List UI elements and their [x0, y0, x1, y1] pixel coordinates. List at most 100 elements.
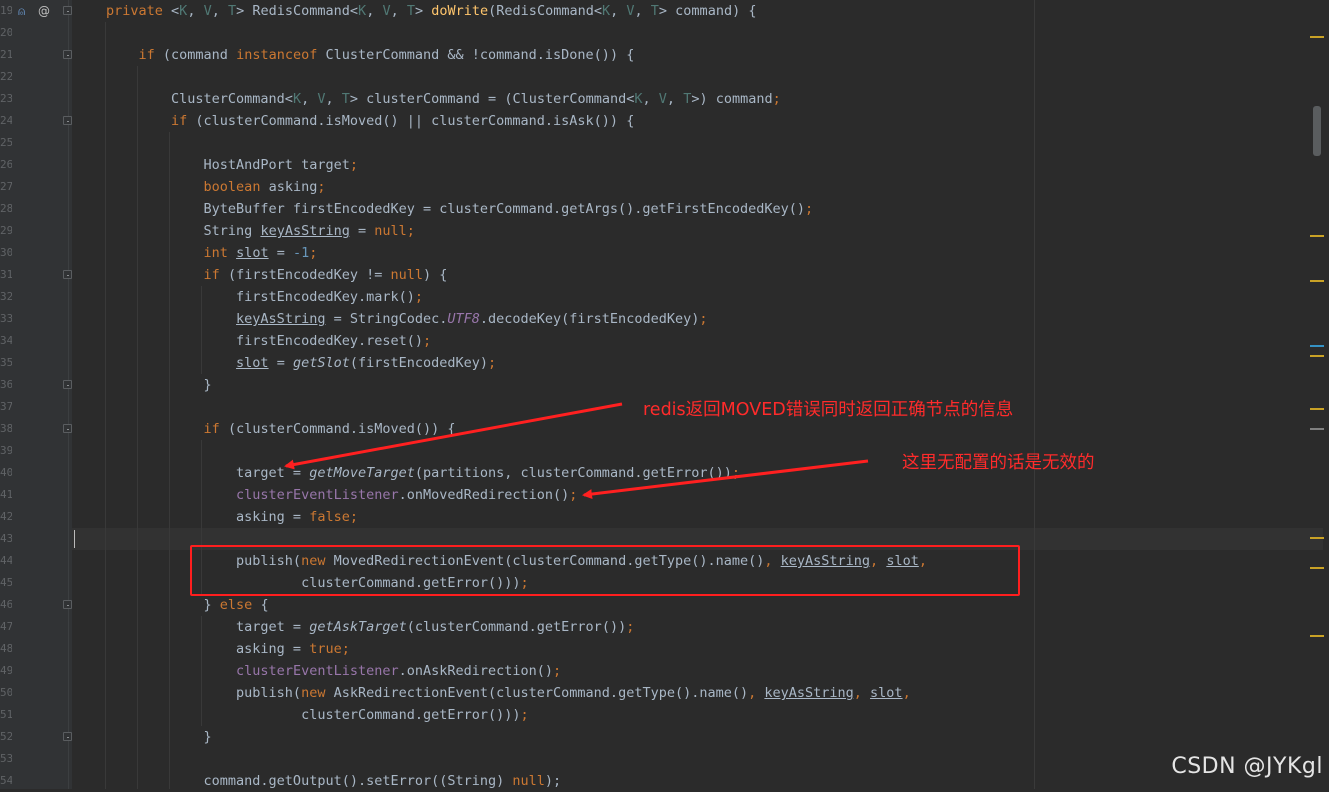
code-token: target =	[106, 619, 310, 635]
code-line[interactable]: String keyAsString = null;	[106, 220, 415, 242]
line-number[interactable]: 52	[0, 726, 12, 748]
highlight-box	[190, 545, 1020, 596]
code-line[interactable]: HostAndPort target;	[106, 154, 358, 176]
fold-toggle-icon[interactable]	[63, 732, 72, 741]
scrollbar-thumb[interactable]	[1313, 106, 1321, 156]
line-number[interactable]: 51	[0, 704, 12, 726]
line-number[interactable]: 26	[0, 154, 12, 176]
code-line[interactable]: }	[106, 374, 212, 396]
fold-toggle-icon[interactable]	[63, 424, 72, 433]
code-token: .decodeKey(firstEncodedKey)	[479, 311, 700, 327]
code-line[interactable]: clusterEventListener.onMovedRedirection(…	[106, 484, 577, 506]
line-number[interactable]: 27	[0, 176, 12, 198]
line-number[interactable]: 25	[0, 132, 12, 154]
code-line[interactable]: firstEncodedKey.reset();	[106, 330, 431, 352]
fold-toggle-icon[interactable]	[63, 380, 72, 389]
code-line[interactable]: int slot = -1;	[106, 242, 318, 264]
line-number[interactable]: 21	[0, 44, 12, 66]
line-number[interactable]: 31	[0, 264, 12, 286]
implementation-marker-icon[interactable]: ⍝	[18, 4, 25, 19]
line-number[interactable]: 42	[0, 506, 12, 528]
code-line[interactable]: if (clusterCommand.isMoved() || clusterC…	[106, 110, 634, 132]
code-line[interactable]: asking = true;	[106, 638, 350, 660]
line-number[interactable]: 22	[0, 66, 12, 88]
warning-stripe[interactable]	[1310, 235, 1324, 237]
code-token: ;	[414, 289, 423, 305]
code-token: ;	[422, 333, 432, 349]
code-token: slot	[236, 245, 269, 261]
code-token: clusterEventListener	[236, 487, 399, 503]
code-line[interactable]: clusterCommand.getError()));	[106, 704, 529, 726]
warning-stripe[interactable]	[1310, 280, 1324, 282]
code-line[interactable]: firstEncodedKey.mark();	[106, 286, 423, 308]
code-line[interactable]: private <K, V, T> RedisCommand<K, V, T> …	[106, 0, 756, 22]
editor-scrollbar[interactable]	[1323, 0, 1329, 789]
line-number[interactable]: 38	[0, 418, 12, 440]
code-token: K	[634, 91, 643, 107]
code-line[interactable]: publish(new AskRedirectionEvent(clusterC…	[106, 682, 911, 704]
line-number[interactable]: 24	[0, 110, 12, 132]
line-number[interactable]: 48	[0, 638, 12, 660]
warning-stripe[interactable]	[1310, 537, 1324, 539]
code-line[interactable]: ByteBuffer firstEncodedKey = clusterComm…	[106, 198, 814, 220]
code-line[interactable]: keyAsString = StringCodec.UTF8.decodeKey…	[106, 308, 707, 330]
line-number[interactable]: 43	[0, 528, 12, 550]
warning-stripe[interactable]	[1310, 635, 1324, 637]
warning-stripe[interactable]	[1310, 355, 1324, 357]
warning-stripe[interactable]	[1310, 428, 1324, 430]
line-number[interactable]: 40	[0, 462, 12, 484]
fold-toggle-icon[interactable]	[63, 6, 72, 15]
code-line[interactable]: if (clusterCommand.isMoved()) {	[106, 418, 456, 440]
code-line[interactable]: target = getAskTarget(clusterCommand.get…	[106, 616, 634, 638]
code-line[interactable]: slot = getSlot(firstEncodedKey);	[106, 352, 496, 374]
line-number[interactable]: 45	[0, 572, 12, 594]
code-line[interactable]: asking = false;	[106, 506, 358, 528]
code-line[interactable]: } else {	[106, 594, 269, 616]
fold-toggle-icon[interactable]	[63, 116, 72, 125]
warning-stripe[interactable]	[1310, 36, 1324, 38]
warning-stripe[interactable]	[1310, 408, 1324, 410]
code-line[interactable]: if (firstEncodedKey != null) {	[106, 264, 448, 286]
code-token: ;	[804, 201, 814, 217]
code-token: (clusterCommand.isMoved() || clusterComm…	[195, 113, 635, 129]
code-token: V	[626, 3, 635, 19]
code-line[interactable]: if (command instanceof ClusterCommand &&…	[106, 44, 635, 66]
code-line[interactable]: boolean asking;	[106, 176, 326, 198]
line-number[interactable]: 20	[0, 22, 12, 44]
warning-stripe[interactable]	[1310, 567, 1324, 569]
line-number[interactable]: 30	[0, 242, 12, 264]
code-token: V	[382, 3, 391, 19]
code-editor[interactable]: private <K, V, T> RedisCommand<K, V, T> …	[106, 0, 1306, 789]
line-number[interactable]: 19	[0, 0, 12, 22]
line-number[interactable]: 34	[0, 330, 12, 352]
code-token: .onAskRedirection()	[398, 663, 554, 679]
fold-toggle-icon[interactable]	[63, 600, 72, 609]
code-line[interactable]: clusterEventListener.onAskRedirection();	[106, 660, 561, 682]
code-line[interactable]: }	[106, 726, 212, 748]
line-number[interactable]: 37	[0, 396, 12, 418]
override-annotation-icon[interactable]: @	[38, 4, 50, 18]
fold-toggle-icon[interactable]	[63, 50, 72, 59]
line-number[interactable]: 46	[0, 594, 12, 616]
info-stripe[interactable]	[1310, 345, 1324, 347]
line-number[interactable]: 50	[0, 682, 12, 704]
line-number[interactable]: 28	[0, 198, 12, 220]
code-line[interactable]: ClusterCommand<K, V, T> clusterCommand =…	[106, 88, 781, 110]
line-number[interactable]: 47	[0, 616, 12, 638]
code-line[interactable]: target = getMoveTarget(partitions, clust…	[106, 462, 740, 484]
code-token: (firstEncodedKey !=	[227, 267, 391, 283]
code-token: T	[650, 3, 659, 19]
line-number[interactable]: 36	[0, 374, 12, 396]
line-number[interactable]: 41	[0, 484, 12, 506]
code-token: <	[171, 3, 180, 19]
line-number[interactable]: 39	[0, 440, 12, 462]
line-number[interactable]: 35	[0, 352, 12, 374]
fold-toggle-icon[interactable]	[63, 270, 72, 279]
line-number[interactable]: 32	[0, 286, 12, 308]
line-number[interactable]: 29	[0, 220, 12, 242]
line-number[interactable]: 23	[0, 88, 12, 110]
line-number[interactable]: 53	[0, 748, 12, 770]
line-number[interactable]: 44	[0, 550, 12, 572]
line-number[interactable]: 49	[0, 660, 12, 682]
line-number[interactable]: 33	[0, 308, 12, 330]
